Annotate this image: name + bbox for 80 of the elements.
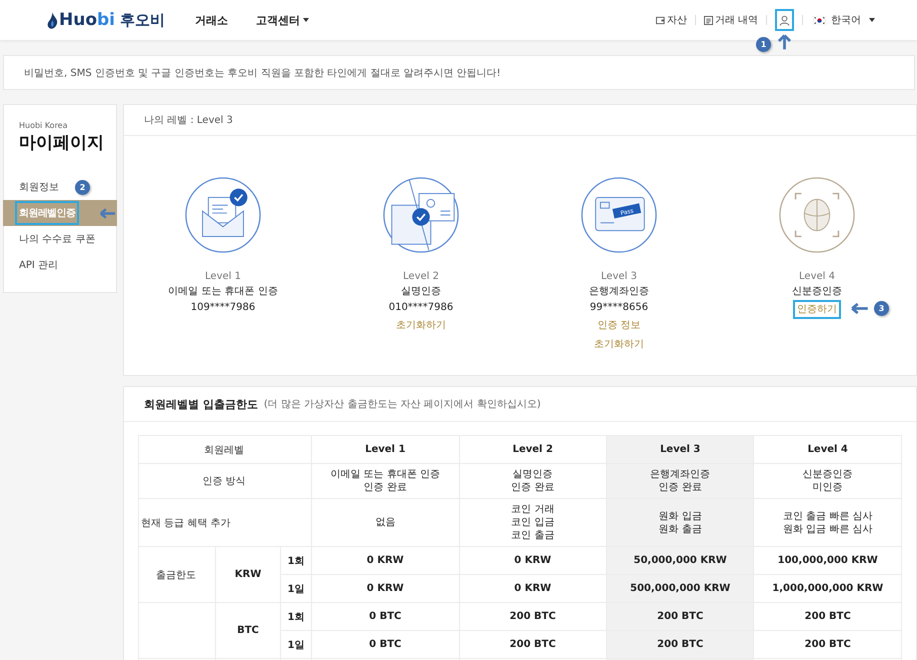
flame-icon [47,12,58,28]
assets-link[interactable]: 자산 [656,13,687,27]
table-cell: 200 BTC [459,630,606,658]
table-cell: 코인 출금 빠른 심사 원화 입금 빠른 심사 [754,498,902,546]
table-cell: 50,000,000 KRW [606,546,754,574]
column-header: Level 3 [606,436,754,464]
column-header: Level 2 [459,436,606,464]
table-cell: 0 KRW [312,546,459,574]
table-cell: KRW [216,546,280,602]
nav-link[interactable]: 고객센터 [256,12,309,28]
table-cell: BTC [216,602,280,658]
table-cell: 출금한도 [156,570,196,580]
table-cell: 코인 거래 코인 입금 코인 출금 [459,498,606,546]
step-badge: 1 [756,37,771,52]
table-cell: 실명인증 인증 완료 [459,464,606,498]
table-cell: 회원레벨 [138,436,312,464]
masked-number: 010****7986 [388,301,454,315]
section-note: (더 많은 가상자산 출금한도는 자산 페이지에서 확인하십시오) [264,398,541,411]
table-cell: 0 KRW [459,546,606,574]
action-link[interactable]: 인증하기 [793,300,841,319]
table-cell: 은행계좌인증 인증 완료 [606,464,754,498]
table-cell: 500,000,000 KRW [606,574,754,602]
table-cell: 이메일 또는 휴대폰 인증 인증 완료 [312,464,459,498]
table-cell: 신분증인증 미인증 [754,464,902,498]
action-link[interactable]: 초기화하기 [590,335,648,354]
table-cell: 100,000,000 KRW [754,546,902,574]
table-cell: 없음 [312,498,459,546]
table-cell: 1일 [280,630,312,658]
history-link[interactable]: 거래 내역 [704,13,758,27]
table-cell: 1,000,000,000 KRW [754,574,902,602]
nav-link[interactable]: 거래소 [195,12,228,28]
logo[interactable]: Huobi 후오비 [47,10,195,30]
level-name: 실명인증 [401,285,441,299]
table-cell: 200 BTC [459,602,606,630]
table-cell: 0 KRW [312,574,459,602]
language-selector[interactable]: 한국어 [813,13,875,27]
my-level: 나의 레벨 : Level 3 [144,114,233,127]
document-icon [704,16,713,24]
step-badge: 3 [874,301,889,316]
column-header: Level 1 [312,436,459,464]
table-cell: 1일 [280,574,312,602]
masked-number: 99****8656 [590,301,648,315]
arrow-up-icon [778,34,791,50]
profile-button[interactable] [775,9,794,31]
sidebar-item[interactable]: 회원정보 [15,175,63,199]
table-cell: 원화 입금 원화 출금 [606,498,754,546]
table-cell: 200 BTC [754,602,902,630]
sidebar-title: 마이페이지 [19,132,105,154]
security-notice: 비밀번호, SMS 인증번호 및 구글 인증번호는 후오비 직원을 포함한 타인에게 절대로 알려주시면 안됩니다! [3,55,915,90]
section-title: 회원레벨별 입출금한도 [144,396,258,412]
level-label: Level 1 [205,270,241,284]
column-header: Level 4 [754,436,902,464]
table-cell: 200 BTC [754,630,902,658]
flag-icon [813,16,826,24]
level-label: Level 2 [403,270,439,284]
step-badge: 2 [75,180,90,195]
table-cell: 인증 방식 [138,464,312,498]
level-name: 은행계좌인증 [589,285,649,299]
table-cell: 현재 등급 혜택 추가 [138,498,312,546]
action-link[interactable]: 인증 정보 [593,316,645,335]
sidebar-item[interactable]: API 관리 [15,253,62,277]
level-name: 이메일 또는 휴대폰 인증 [168,285,278,299]
table-cell: 1회 [280,602,312,630]
arrow-left-icon [851,303,868,314]
table-cell: 0 BTC [312,630,459,658]
table-cell: 0 BTC [312,602,459,630]
wallet-icon [656,16,665,24]
table-cell: 1회 [280,546,312,574]
sidebar-brand: Huobi Korea [19,121,69,130]
action-link[interactable]: 초기화하기 [392,316,450,335]
masked-number: 109****7986 [190,301,256,315]
sidebar-item[interactable]: 나의 수수료 쿠폰 [15,227,100,251]
table-cell: 0 KRW [459,574,606,602]
user-icon [779,14,790,26]
arrow-left-icon [100,208,115,219]
table-cell: 200 BTC [606,602,754,630]
level-label: Level 3 [601,270,637,284]
level-label: Level 4 [799,270,835,284]
level-name: 신분증인증 [792,285,842,299]
table-cell: 200 BTC [606,630,754,658]
